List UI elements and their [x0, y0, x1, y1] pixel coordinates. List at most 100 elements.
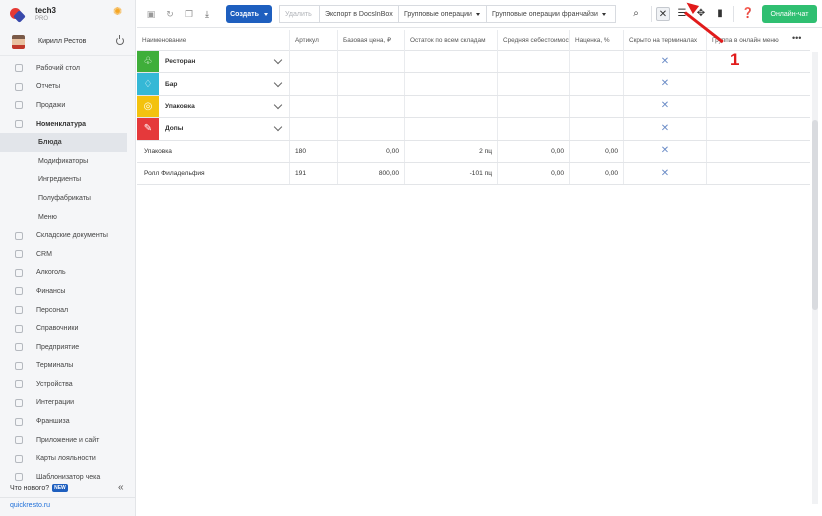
sidebar-item[interactable]: Терминалы: [0, 357, 135, 376]
sidebar-item[interactable]: CRM: [0, 245, 135, 264]
scrollbar-thumb[interactable]: [812, 120, 818, 310]
table-cell: [498, 118, 570, 140]
app-icon: [15, 436, 23, 445]
logout-icon[interactable]: [116, 35, 124, 45]
group-name: Бар: [165, 80, 178, 88]
column-header[interactable]: Наименование: [137, 29, 290, 51]
franchise-operations-dropdown[interactable]: Групповые операции франчайзи: [486, 5, 616, 23]
whats-new-link[interactable]: Что нового? NEW: [10, 484, 68, 492]
create-label: Создать: [230, 10, 259, 18]
hidden-cross-icon[interactable]: ✕: [661, 146, 669, 156]
refresh-icon[interactable]: ↻: [165, 9, 175, 19]
chevron-down-icon[interactable]: [273, 123, 283, 132]
sidebar-subitem[interactable]: Ингредиенты: [0, 171, 135, 190]
hidden-cross-icon[interactable]: ✕: [661, 101, 669, 111]
search-icon[interactable]: ⌕: [629, 7, 643, 21]
group-name: Ресторан: [165, 58, 196, 66]
trash-icon[interactable]: ▮: [713, 7, 727, 21]
sidebar-item[interactable]: Приложение и сайт: [0, 431, 135, 450]
sidebar-subitem[interactable]: Меню: [0, 208, 135, 227]
sidebar-subitem[interactable]: Блюда: [0, 133, 127, 152]
table-cell: Упаковка: [137, 140, 290, 162]
sidebar-item[interactable]: Карты лояльности: [0, 449, 135, 468]
card-icon: [15, 454, 23, 463]
collapse-sidebar-icon[interactable]: «: [118, 482, 124, 493]
chevron-down-icon[interactable]: [273, 55, 283, 65]
table-cell: [707, 96, 810, 117]
sidebar-item[interactable]: Интеграции: [0, 394, 135, 413]
table-cell: [338, 95, 405, 118]
sidebar-item[interactable]: Алкоголь: [0, 264, 135, 283]
group-row[interactable]: ♧ Ресторан ✕: [137, 51, 810, 74]
table-body: ♧ Ресторан ✕ ♢ Бар ✕ ◎ Упаковка ✕ ✎ Допы ✕ Упаковка 1…: [137, 51, 810, 186]
sidebar-item-label: Шаблонизатор чека: [36, 473, 101, 481]
online-chat-button[interactable]: Онлайн-чат: [762, 5, 817, 23]
table-cell: [405, 73, 498, 95]
sidebar-item-label: Отчеты: [36, 83, 61, 91]
column-header[interactable]: Базовая цена, ₽: [338, 29, 405, 51]
sidebar-item[interactable]: Рабочий стол: [0, 59, 135, 78]
hidden-cross-icon[interactable]: ✕: [661, 123, 669, 134]
table-cell: [338, 73, 405, 95]
copy-icon[interactable]: ❐: [184, 9, 194, 19]
sidebar: tech3 PRO ✺ Кирилл Рестов Рабочий стол От…: [0, 0, 136, 516]
tools-icon[interactable]: ✕: [656, 7, 670, 21]
annotation-number: 1: [730, 50, 740, 69]
footer-link[interactable]: quickresto.ru: [10, 502, 50, 509]
cherries-icon: ♧: [137, 51, 159, 73]
group-row[interactable]: ✎ Допы ✕: [137, 118, 810, 141]
table-cell: 2 пц: [405, 140, 498, 162]
sidebar-item[interactable]: Финансы: [0, 282, 135, 301]
column-header[interactable]: Средняя себестоимость: [498, 29, 570, 51]
export-docsinbox-button[interactable]: Экспорт в DocsInBox: [319, 5, 399, 23]
table-cell: [290, 118, 338, 140]
group-row[interactable]: ♢ Бар ✕: [137, 73, 810, 96]
column-header[interactable]: Наценка, %: [570, 29, 624, 51]
chevron-down-icon[interactable]: [273, 78, 283, 87]
table-cell: [498, 51, 570, 73]
table-cell: ✕: [624, 73, 707, 95]
help-icon[interactable]: ❓: [741, 7, 755, 21]
sidebar-subitem[interactable]: Полуфабрикаты: [0, 189, 135, 208]
sidebar-subitem[interactable]: Модификаторы: [0, 152, 135, 171]
column-header[interactable]: Артикул: [290, 29, 338, 51]
table-cell: 0,00: [570, 162, 624, 185]
franchise-ops-label: Групповые операции франчайзи: [492, 10, 598, 18]
table-row[interactable]: Упаковка 180 0,00 2 пц 0,00 0,00 ✕: [137, 140, 810, 163]
sidebar-item[interactable]: Франшиза: [0, 412, 135, 431]
download-icon[interactable]: ⤓: [202, 9, 212, 19]
hidden-cross-icon[interactable]: ✕: [661, 56, 669, 67]
table-cell: ✕: [624, 95, 707, 118]
sidebar-item[interactable]: Устройства: [0, 375, 135, 394]
save-icon[interactable]: ▣: [146, 9, 156, 19]
sidebar-item[interactable]: Справочники: [0, 319, 135, 338]
hidden-cross-icon[interactable]: ✕: [661, 79, 669, 89]
create-button[interactable]: Создать: [226, 5, 272, 23]
sidebar-item[interactable]: Продажи: [0, 96, 135, 115]
sidebar-item[interactable]: Отчеты: [0, 78, 135, 97]
table-cell: [290, 73, 338, 95]
user-block[interactable]: Кирилл Рестов: [0, 28, 135, 56]
sidebar-item[interactable]: Номенклатура: [0, 115, 135, 134]
sidebar-item[interactable]: Персонал: [0, 301, 135, 320]
more-options-icon[interactable]: •••: [792, 33, 801, 43]
sidebar-item-label: Финансы: [36, 287, 66, 295]
sun-icon[interactable]: ✺: [113, 7, 122, 18]
brand-header[interactable]: tech3 PRO ✺: [0, 0, 135, 28]
hidden-cross-icon[interactable]: ✕: [661, 168, 669, 179]
table-cell: [405, 118, 498, 140]
sidebar-item-label: Терминалы: [36, 362, 74, 370]
crm-icon: [15, 250, 23, 259]
table-cell: [707, 141, 810, 162]
sidebar-item[interactable]: Предприятие: [0, 338, 135, 357]
sidebar-item-label: Рабочий стол: [36, 64, 80, 72]
group-row[interactable]: ◎ Упаковка ✕: [137, 95, 810, 119]
chevron-down-icon[interactable]: [273, 100, 283, 110]
delete-button[interactable]: Удалить: [279, 5, 320, 23]
group-operations-dropdown[interactable]: Групповые операции: [398, 5, 487, 23]
table-row[interactable]: Ролл Филадельфия 191 800,00 -101 пц 0,00 0,00…: [137, 162, 810, 186]
sidebar-item[interactable]: Складские документы: [0, 226, 135, 245]
whats-new-label: Что нового?: [10, 484, 50, 492]
column-header[interactable]: Скрыто на терминалах: [624, 29, 707, 51]
column-header[interactable]: Остаток по всем складам: [405, 29, 498, 51]
